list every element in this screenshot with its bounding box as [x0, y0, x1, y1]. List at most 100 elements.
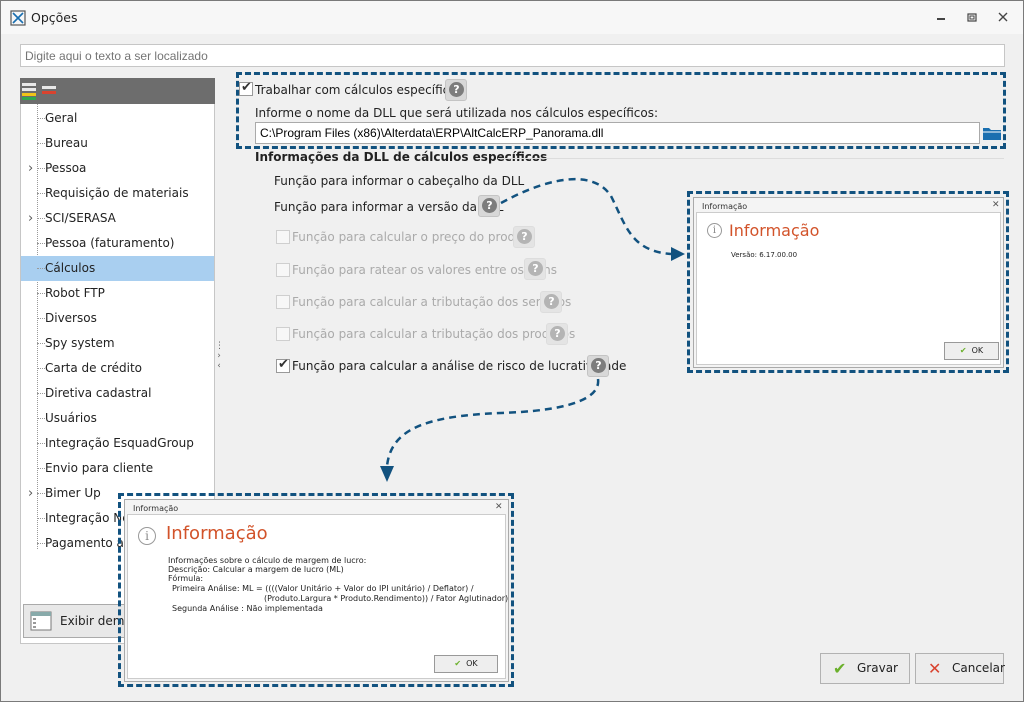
- check-icon: ✔: [454, 659, 462, 668]
- help-button-price[interactable]: ?: [513, 226, 535, 248]
- chevron-right-icon[interactable]: ›: [28, 206, 33, 231]
- dll-prompt-label: Informe o nome da DLL que será utilizada…: [255, 106, 659, 120]
- minimize-button[interactable]: [927, 7, 955, 29]
- tree-item-label: Spy system: [45, 336, 115, 350]
- chevron-right-icon[interactable]: ›: [28, 481, 33, 506]
- tree-item-label: Bureau: [45, 136, 88, 150]
- close-button[interactable]: [989, 7, 1017, 29]
- save-button[interactable]: ✔ Gravar: [820, 653, 910, 684]
- info-icon: i: [138, 527, 156, 545]
- window-title: Opções: [31, 10, 78, 25]
- func-tax-products-checkbox[interactable]: [276, 327, 290, 341]
- func-tax-services-label: Função para calcular a tributação dos se…: [292, 295, 572, 309]
- help-icon: ?: [591, 358, 606, 373]
- margin-line-4: Primeira Análise: ML = ((((Valor Unitári…: [172, 584, 474, 593]
- ok-label: OK: [466, 659, 478, 668]
- tree-connector: [37, 518, 45, 519]
- func-risk-checkbox[interactable]: ✔: [276, 357, 290, 373]
- ok-button[interactable]: ✔ OK: [434, 655, 498, 673]
- dll-path-input[interactable]: [255, 122, 980, 144]
- chevron-right-icon[interactable]: ›: [28, 156, 33, 181]
- help-button-risk[interactable]: ?: [587, 355, 609, 377]
- tree-item[interactable]: Integração EsquadGroup: [21, 431, 214, 456]
- section-divider: [498, 158, 1004, 159]
- dialog-heading: Informação: [729, 221, 820, 240]
- help-button-version[interactable]: ?: [478, 195, 500, 217]
- cancel-label: Cancelar: [952, 661, 1005, 675]
- tree-item[interactable]: Diversos: [21, 306, 214, 331]
- cancel-button[interactable]: ✕ Cancelar: [915, 653, 1005, 684]
- tree-connector: [37, 268, 45, 269]
- splitter-handle[interactable]: ⋮ › ‹: [215, 341, 224, 379]
- tree-connector: [37, 193, 45, 194]
- tree-item-label: Pessoa: [45, 161, 87, 175]
- tree-connector: [37, 468, 45, 469]
- expand-all-icon[interactable]: [22, 83, 36, 100]
- tree-connector: [37, 118, 45, 119]
- tree-item-label: Bimer Up: [45, 486, 101, 500]
- tree-item[interactable]: › Pessoa: [21, 156, 214, 181]
- help-button-tax-services[interactable]: ?: [540, 291, 562, 313]
- cross-icon: ✕: [928, 659, 942, 678]
- tree-item[interactable]: › SCI/SERASA: [21, 206, 214, 231]
- tree-item-label: Cálculos: [45, 261, 96, 275]
- func-tax-products-label: Função para calcular a tributação dos pr…: [292, 327, 576, 341]
- tree-item[interactable]: Spy system: [21, 331, 214, 356]
- func-price-checkbox[interactable]: [276, 230, 290, 244]
- close-icon[interactable]: ✕: [992, 200, 1000, 210]
- tree-item-label: Pagamento ar: [45, 536, 129, 550]
- tree-item-label: Carta de crédito: [45, 361, 143, 375]
- tree-item[interactable]: Diretiva cadastral: [21, 381, 214, 406]
- tree-item[interactable]: Requisição de materiais: [21, 181, 214, 206]
- help-icon: ?: [449, 82, 464, 97]
- save-label: Gravar: [857, 661, 898, 675]
- restore-icon: [967, 13, 977, 22]
- help-button-apportion[interactable]: ?: [524, 258, 546, 280]
- func-apportion-checkbox[interactable]: [276, 263, 290, 277]
- specific-calc-checkbox[interactable]: ✔: [239, 80, 253, 96]
- title-bar: Opções: [1, 1, 1023, 34]
- check-icon: ✔: [959, 346, 967, 355]
- tree-connector: [37, 343, 45, 344]
- tree-item[interactable]: Robot FTP: [21, 281, 214, 306]
- dialog-body: i Informação Informações sobre o cálculo…: [127, 514, 508, 679]
- tree-connector: [37, 168, 45, 169]
- tree-item[interactable]: Envio para cliente: [21, 456, 214, 481]
- close-icon[interactable]: ✕: [495, 502, 503, 512]
- arrowhead-version: [671, 247, 685, 261]
- tree-item[interactable]: Pessoa (faturamento): [21, 231, 214, 256]
- tree-connector: [37, 218, 45, 219]
- ok-button[interactable]: ✔ OK: [944, 342, 999, 360]
- dialog-body: i Informação Versão: 6.17.00.00 ✔ OK: [696, 212, 1001, 365]
- tree-item-label: Envio para cliente: [45, 461, 154, 475]
- search-input[interactable]: [20, 44, 1005, 67]
- tree-item[interactable]: Usuários: [21, 406, 214, 431]
- arrow-to-margin-dialog: [385, 378, 600, 467]
- tree-item-label: SCI/SERASA: [45, 211, 116, 225]
- check-icon: ✔: [278, 357, 289, 372]
- arrowhead-margin: [380, 466, 394, 482]
- version-text: Versão: 6.17.00.00: [731, 251, 798, 259]
- tree-connector: [37, 393, 45, 394]
- close-icon: [998, 12, 1008, 22]
- tree-item[interactable]: Carta de crédito: [21, 356, 214, 381]
- tree-connector: [37, 368, 45, 369]
- tree-item[interactable]: Geral: [21, 106, 214, 131]
- func-price-label: Função para calcular o preço do produto: [292, 230, 535, 244]
- tree-item[interactable]: Cálculos: [21, 256, 214, 281]
- func-version-label: Função para informar a versão da DLL: [274, 200, 504, 214]
- help-button-specific-calc[interactable]: ?: [445, 79, 467, 101]
- func-tax-services-checkbox[interactable]: [276, 295, 290, 309]
- help-icon: ?: [528, 261, 543, 276]
- version-info-dialog: Informação ✕ i Informação Versão: 6.17.0…: [693, 197, 1004, 368]
- tree-connector: [37, 443, 45, 444]
- help-button-tax-products[interactable]: ?: [546, 323, 568, 345]
- maximize-button[interactable]: [958, 7, 986, 29]
- tree-item[interactable]: Bureau: [21, 131, 214, 156]
- help-icon: ?: [517, 229, 532, 244]
- dialog-heading: Informação: [166, 523, 268, 544]
- collapse-all-icon[interactable]: [42, 86, 56, 95]
- tree-connector: [37, 318, 45, 319]
- folder-icon[interactable]: [981, 122, 1003, 144]
- tree-item-label: Geral: [45, 111, 78, 125]
